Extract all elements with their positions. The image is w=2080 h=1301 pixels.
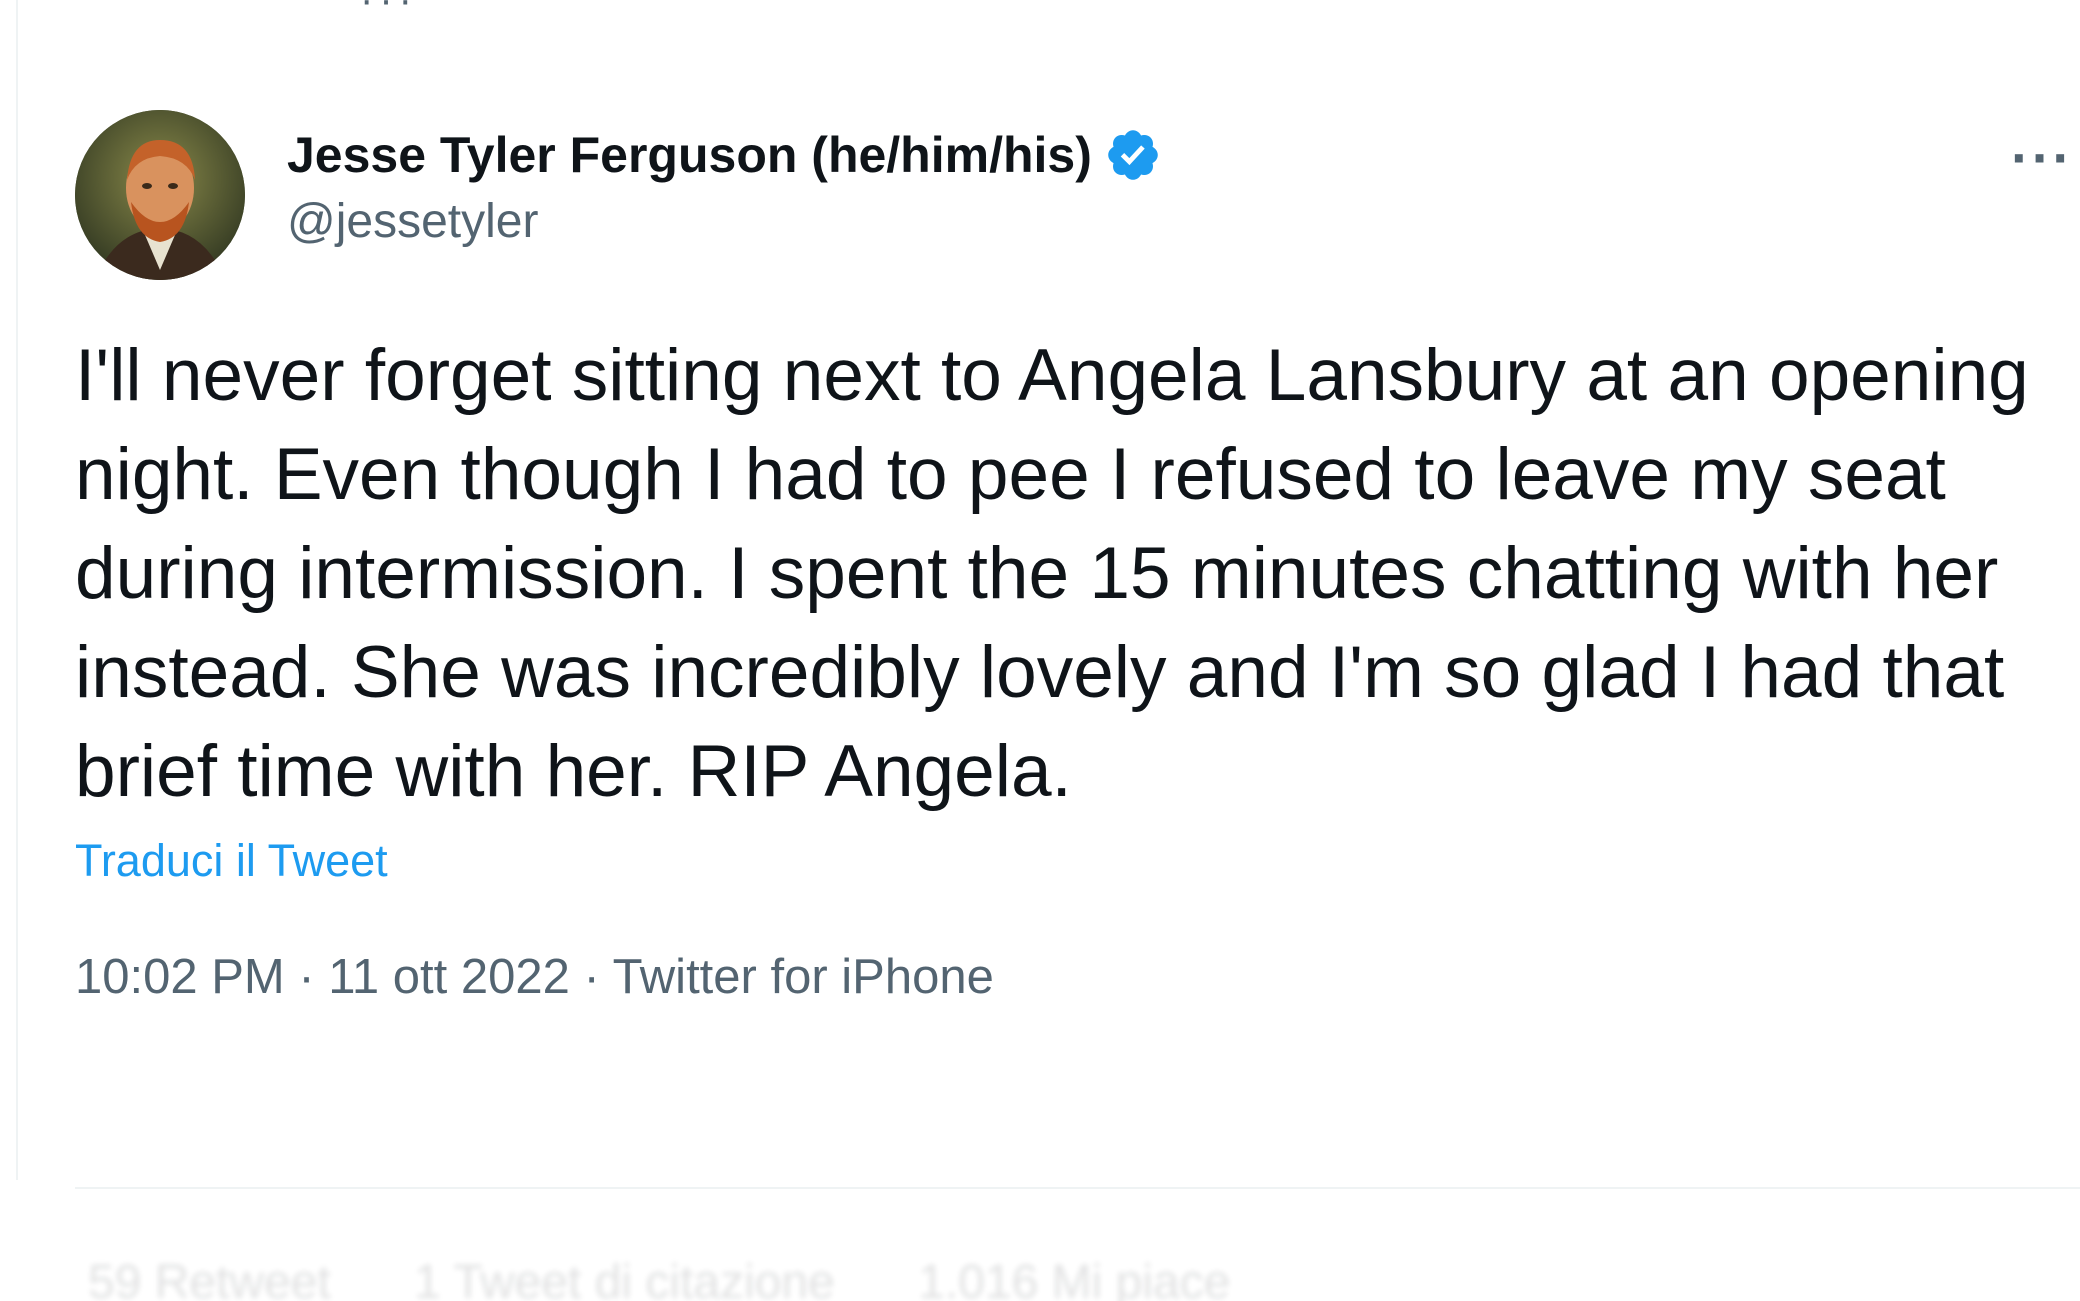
author-name[interactable]: Jesse Tyler Ferguson (he/him/his) xyxy=(287,126,1092,184)
timeline-border xyxy=(16,0,18,1180)
meta-separator: · xyxy=(583,950,613,1004)
like-count[interactable]: 1.016 Mi piace xyxy=(918,1256,1230,1301)
author-handle[interactable]: @jessetyler xyxy=(287,194,1162,249)
user-info: Jesse Tyler Ferguson (he/him/his) @jesse… xyxy=(287,124,1162,249)
retweet-count[interactable]: 59 Retweet xyxy=(88,1256,331,1301)
tweet: Jesse Tyler Ferguson (he/him/his) @jesse… xyxy=(75,110,2071,1005)
tweet-time[interactable]: 10:02 PM xyxy=(75,950,285,1004)
avatar-image xyxy=(75,110,245,280)
translate-tweet-link[interactable]: Traduci il Tweet xyxy=(75,835,2065,887)
tweet-source[interactable]: Twitter for iPhone xyxy=(613,950,994,1004)
previous-item-fragment: ··· xyxy=(360,0,418,22)
tweet-date[interactable]: 11 ott 2022 xyxy=(328,950,570,1004)
tweet-stats: 59 Retweet 1 Tweet di citazione 1.016 Mi… xyxy=(88,1255,1300,1301)
meta-separator: · xyxy=(298,950,329,1004)
verified-badge-icon[interactable] xyxy=(1104,126,1162,184)
ellipsis-icon[interactable]: ··· xyxy=(2011,130,2073,186)
tweet-text: I'll never forget sitting next to Angela… xyxy=(75,335,2050,812)
avatar[interactable] xyxy=(75,110,245,280)
tweet-header: Jesse Tyler Ferguson (he/him/his) @jesse… xyxy=(75,110,2071,282)
divider xyxy=(75,1187,2080,1189)
tweet-metadata: 10:02 PM · 11 ott 2022 · Twitter for iPh… xyxy=(75,949,2065,1005)
quote-count[interactable]: 1 Tweet di citazione xyxy=(414,1256,835,1301)
name-row: Jesse Tyler Ferguson (he/him/his) xyxy=(287,124,1162,186)
